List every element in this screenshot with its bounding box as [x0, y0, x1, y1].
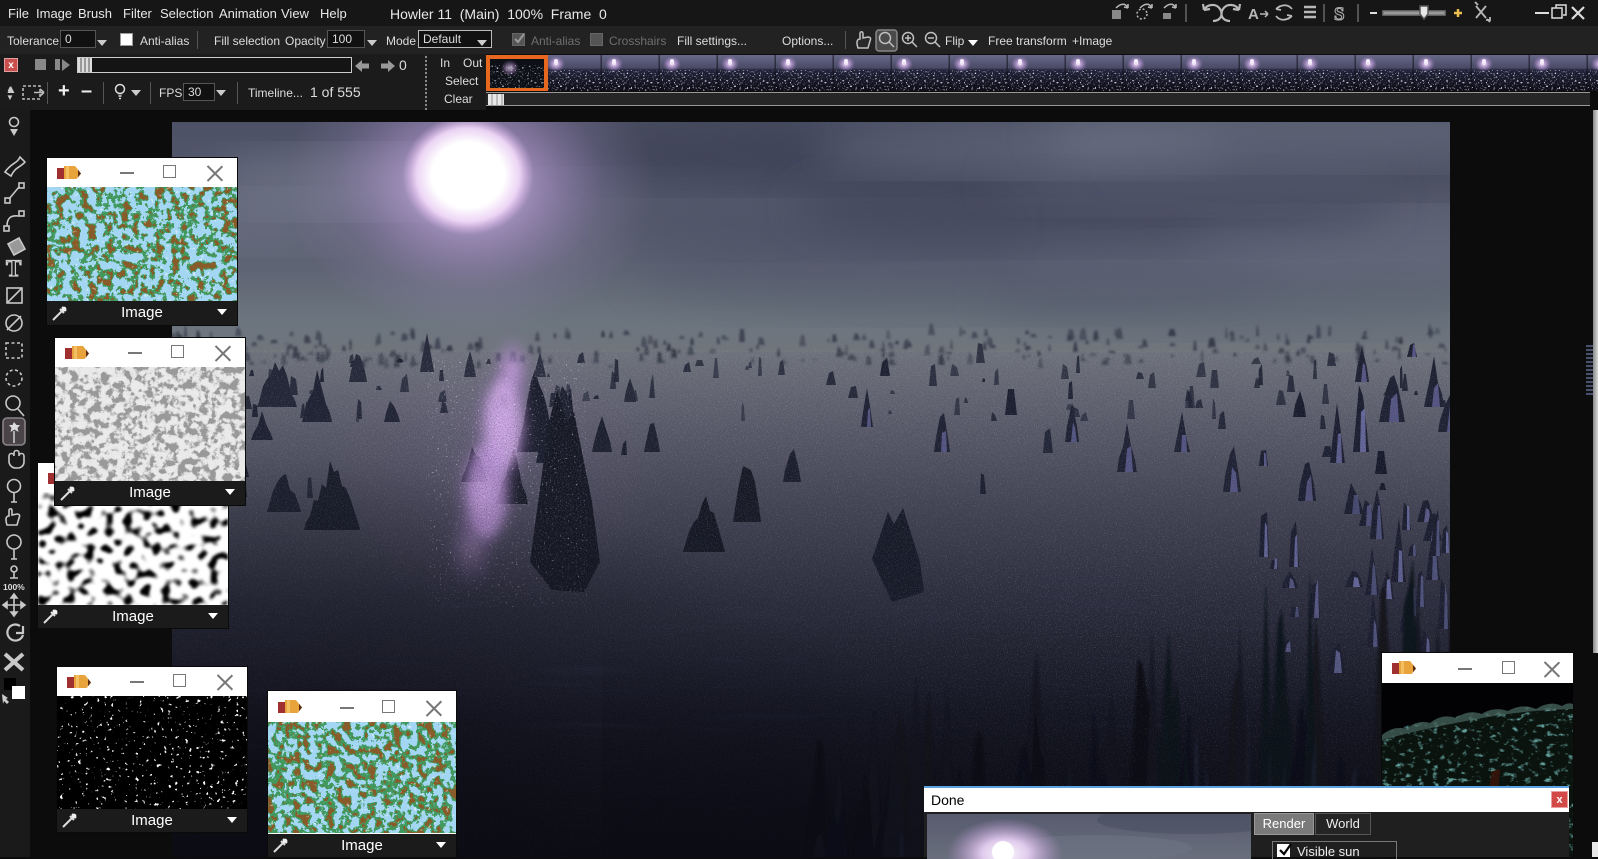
svg-text:S: S: [1334, 4, 1345, 25]
svg-text:T: T: [6, 256, 21, 281]
svg-text:A: A: [1248, 6, 1259, 23]
svg-text:100%: 100%: [3, 582, 25, 592]
